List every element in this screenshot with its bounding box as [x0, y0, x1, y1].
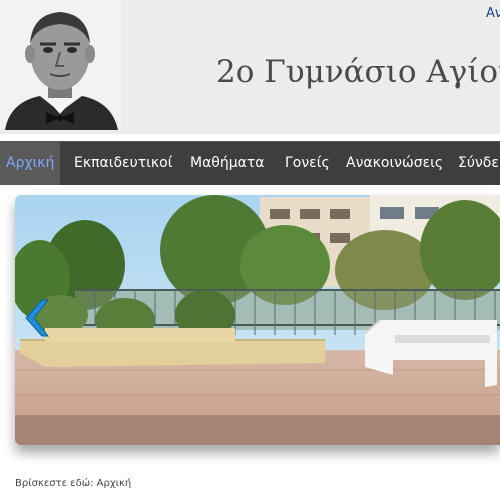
schoolyard-photo: [15, 195, 500, 445]
chevron-left-icon: [25, 299, 50, 337]
site-header: 2ο Γυμνάσιο Αγίου Αν: [0, 0, 500, 134]
breadcrumb-prefix: Βρίσκεστε εδώ:: [15, 478, 94, 489]
breadcrumb-current: Αρχική: [96, 478, 132, 489]
breadcrumb: Βρίσκεστε εδώ: Αρχική: [15, 478, 131, 489]
nav-item-home[interactable]: Αρχική: [0, 142, 61, 185]
nav-item-parents[interactable]: Γονείς: [279, 142, 336, 185]
nav-item-login[interactable]: Σύνδε: [452, 142, 500, 185]
nav-item-announcements[interactable]: Ανακοινώσεις: [340, 142, 449, 185]
nav-item-teachers[interactable]: Εκπαιδευτικοί: [68, 142, 178, 185]
founder-portrait-image: [0, 0, 121, 130]
site-title: 2ο Γυμνάσιο Αγίου: [216, 54, 500, 90]
image-slider[interactable]: [15, 195, 500, 445]
main-navigation: Αρχική Εκπαιδευτικοί Μαθήματα Γονείς Ανα…: [0, 141, 500, 185]
language-link[interactable]: Αν: [486, 6, 500, 21]
slider-prev-button[interactable]: [22, 298, 50, 338]
nav-item-lessons[interactable]: Μαθήματα: [184, 142, 271, 185]
